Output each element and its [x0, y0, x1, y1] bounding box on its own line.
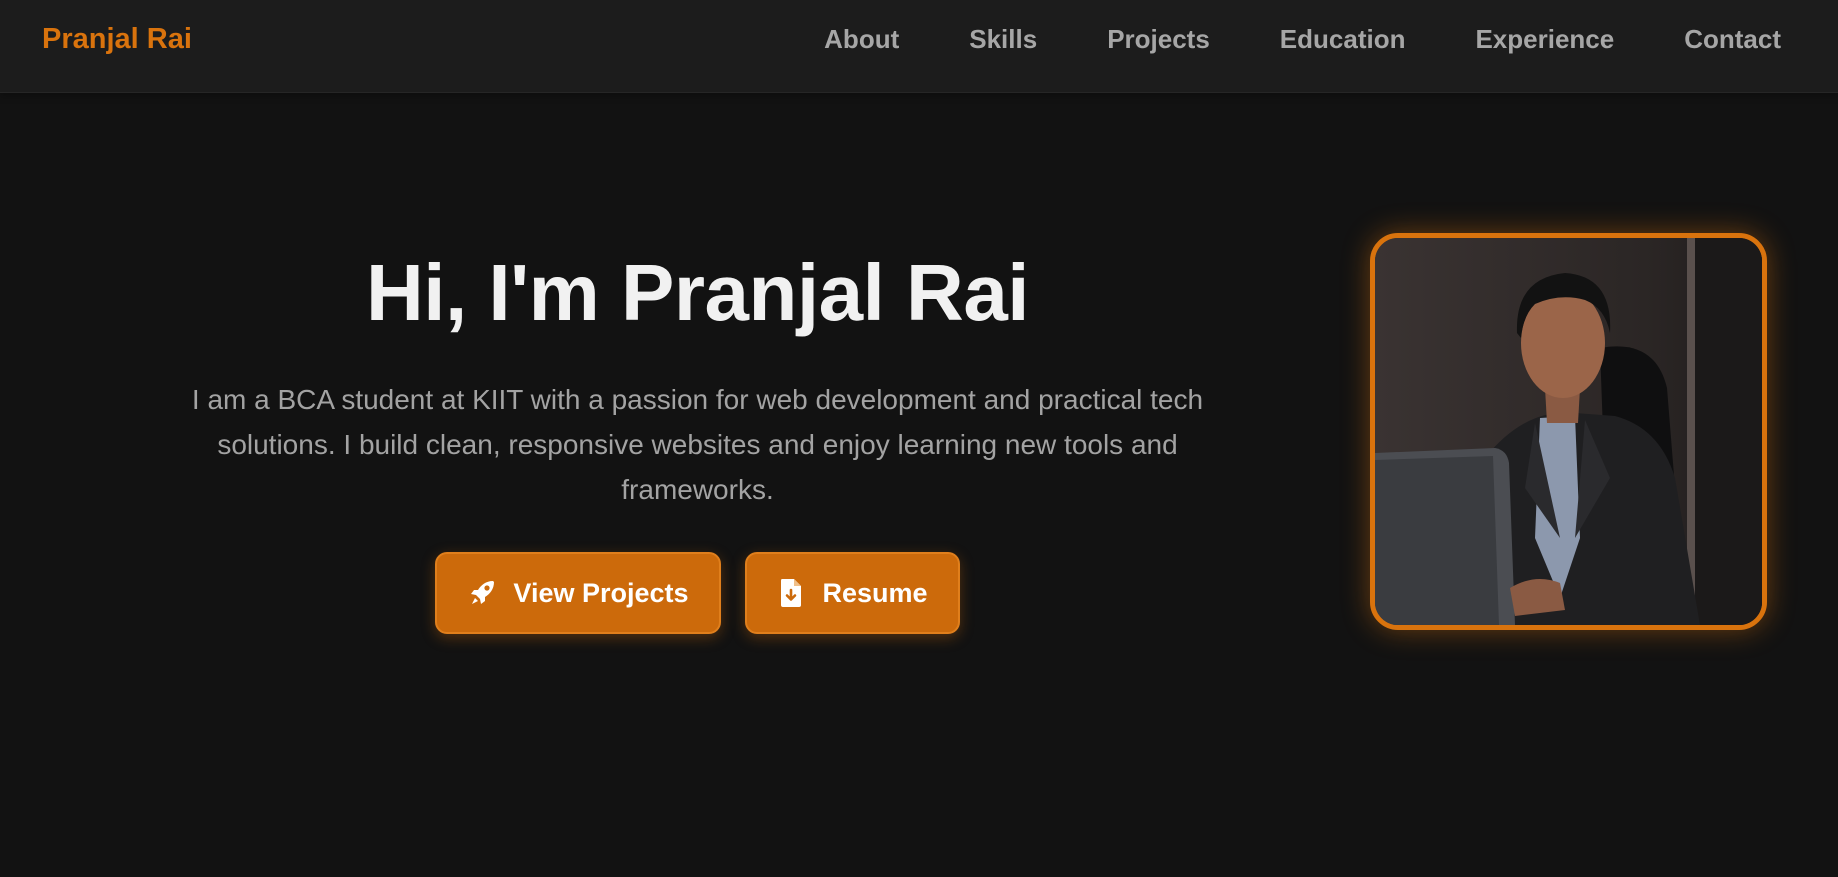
- hero-title: Hi, I'm Pranjal Rai: [365, 248, 1030, 337]
- hero-buttons: View Projects Resume: [130, 552, 1265, 634]
- nav-links: About Skills Projects Education Experien…: [824, 20, 1781, 58]
- rocket-icon: [469, 578, 497, 608]
- brand-logo[interactable]: Pranjal Rai: [42, 20, 192, 58]
- nav-link-education[interactable]: Education: [1280, 20, 1406, 58]
- nav-link-projects[interactable]: Projects: [1107, 20, 1210, 58]
- file-download-icon: [779, 578, 807, 608]
- resume-button[interactable]: Resume: [744, 552, 960, 634]
- hero-description: I am a BCA student at KIIT with a passio…: [191, 384, 1204, 505]
- view-projects-label: View Projects: [513, 577, 689, 608]
- nav-link-experience[interactable]: Experience: [1475, 20, 1614, 58]
- navbar: Pranjal Rai About Skills Projects Educat…: [0, 0, 1838, 93]
- hero-section: Hi, I'm Pranjal Rai I am a BCA student a…: [130, 245, 1265, 634]
- nav-link-contact[interactable]: Contact: [1684, 20, 1781, 58]
- profile-photo: [1370, 233, 1767, 630]
- nav-link-about[interactable]: About: [824, 20, 899, 58]
- nav-link-skills[interactable]: Skills: [969, 20, 1037, 58]
- view-projects-button[interactable]: View Projects: [435, 552, 721, 634]
- resume-label: Resume: [822, 577, 928, 608]
